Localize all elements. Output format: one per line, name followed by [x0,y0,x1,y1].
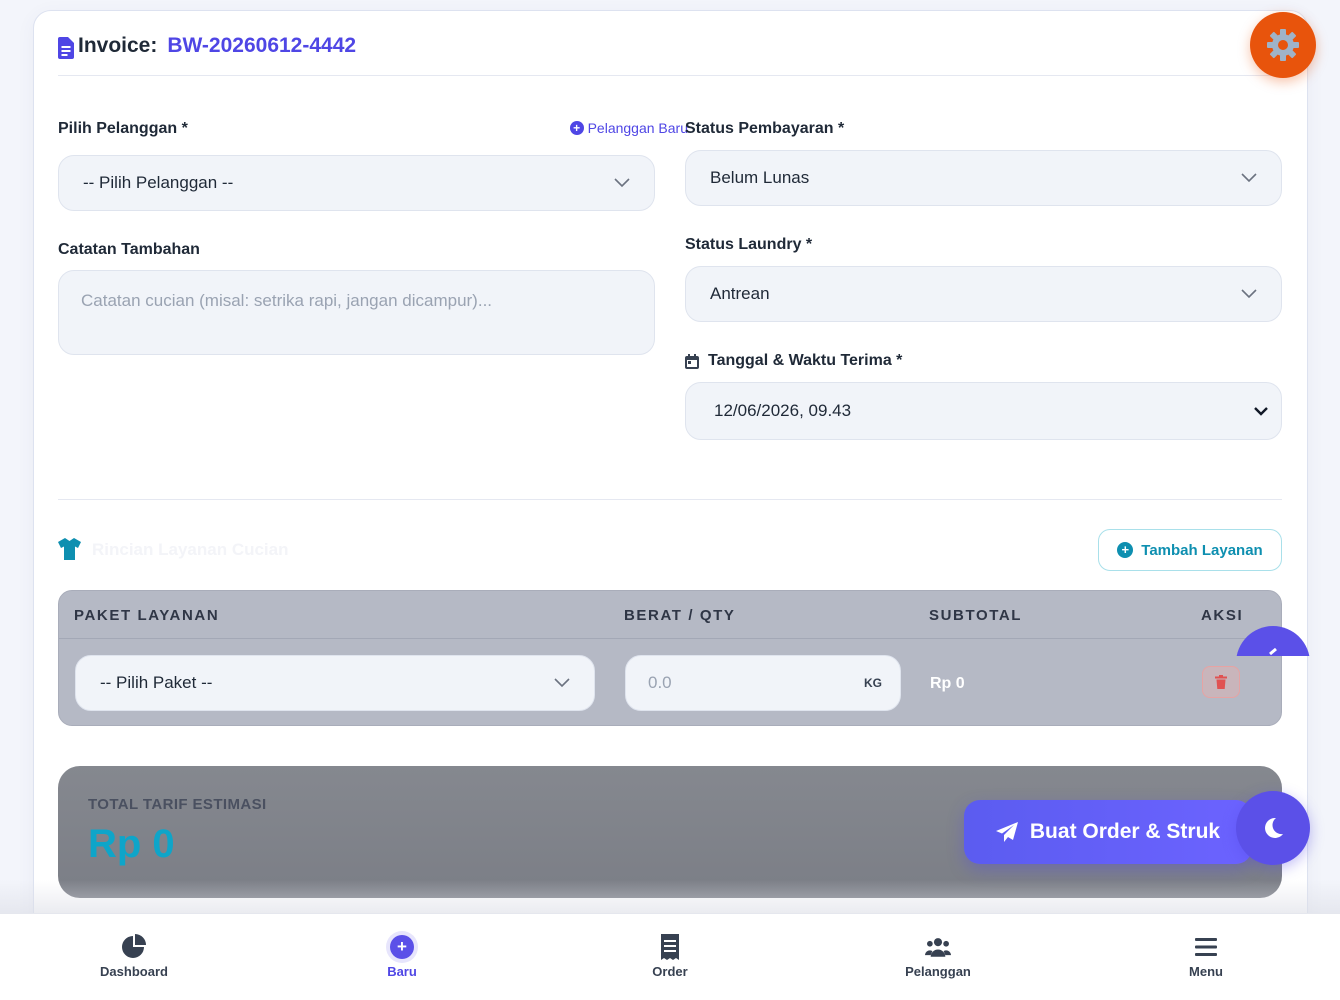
received-datetime-value: 12/06/2026, 09.43 [714,401,852,420]
invoice-header: Invoice: BW-20260612-4442 [58,34,1282,76]
chevron-left-icon [1269,648,1277,656]
payment-status-value: Belum Lunas [710,168,810,187]
add-service-button-label: Tambah Layanan [1141,541,1263,559]
chevron-down-icon [1241,173,1257,183]
received-datetime-input[interactable]: 12/06/2026, 09.43 [685,382,1282,440]
theme-toggle-fab[interactable] [1236,791,1310,865]
package-select[interactable]: -- Pilih Paket -- [75,655,595,711]
payment-status-select[interactable]: Belum Lunas [685,150,1282,206]
shirt-icon [58,538,81,560]
invoice-number: BW-20260612-4442 [167,34,357,57]
plus-circle-icon: + [569,121,584,135]
new-customer-link-label: Pelanggan Baru [587,120,688,136]
row-subtotal: Rp 0 [930,675,965,692]
nav-label: Pelanggan [905,964,971,979]
customer-label: Pilih Pelanggan * [58,120,188,137]
notes-textarea[interactable]: Catatan cucian (misal: setrika rapi, jan… [58,270,655,355]
column-header-action: AKSI [1201,607,1244,624]
nav-item-dashboard[interactable]: Dashboard [0,914,268,1000]
nav-item-pelanggan[interactable]: Pelanggan [804,914,1072,1000]
payment-status-label: Status Pembayaran * [685,120,845,137]
received-datetime-label-row: Tanggal & Waktu Terima * [685,352,902,370]
gear-icon [1267,29,1299,61]
received-datetime-label: Tanggal & Waktu Terima * [708,352,903,369]
nav-label: Baru [387,964,417,979]
plus-circle-icon: + [1117,542,1134,558]
invoice-label: Invoice: [78,34,158,57]
chevron-down-icon [554,678,570,688]
qty-input[interactable]: 0.0 KG [625,655,901,711]
settings-fab[interactable] [1250,12,1316,78]
chart-pie-icon [121,934,147,960]
back-fab[interactable] [1236,626,1310,656]
notes-label: Catatan Tambahan [58,241,200,258]
chevron-down-icon [614,178,630,188]
document-icon [58,37,74,59]
delete-row-button[interactable] [1202,666,1240,698]
column-header-qty: BERAT / QTY [624,607,736,624]
nav-label: Menu [1189,964,1223,979]
calendar-icon [685,353,699,369]
table-header-divider [59,638,1281,639]
total-value: Rp 0 [88,822,175,866]
nav-label: Order [652,964,688,979]
laundry-status-label: Status Laundry * [685,236,813,253]
notes-placeholder: Catatan cucian (misal: setrika rapi, jan… [81,291,493,310]
package-select-value: -- Pilih Paket -- [100,673,213,692]
nav-label: Dashboard [100,964,168,979]
laundry-status-select[interactable]: Antrean [685,266,1282,322]
nav-item-order[interactable]: Order [536,914,804,1000]
section-divider [58,499,1282,500]
send-icon [995,822,1018,842]
qty-placeholder: 0.0 [648,673,672,692]
create-order-button-label: Buat Order & Struk [1029,820,1221,843]
bottom-nav: Dashboard + Baru Order Pelanggan Menu [0,913,1340,1000]
receipt-icon [657,934,683,960]
moon-icon [1265,817,1283,838]
bottom-fade [0,880,1340,914]
column-header-package: PAKET LAYANAN [74,607,220,624]
chevron-down-icon [1254,407,1268,416]
services-section-title: Rincian Layanan Cucian [92,540,289,559]
plus-circle-icon: + [389,934,415,960]
new-customer-link[interactable]: + Pelanggan Baru [569,120,688,136]
back-fab-circle [1236,626,1310,656]
customer-select-value: -- Pilih Pelanggan -- [83,173,234,192]
total-label: TOTAL TARIF ESTIMASI [88,796,267,813]
users-icon [925,934,951,960]
nav-item-menu[interactable]: Menu [1072,914,1340,1000]
services-table: PAKET LAYANAN BERAT / QTY SUBTOTAL AKSI … [58,590,1282,726]
chevron-down-icon [1241,289,1257,299]
customer-select[interactable]: -- Pilih Pelanggan -- [58,155,655,211]
add-service-button[interactable]: + Tambah Layanan [1098,529,1282,571]
qty-unit: KG [864,676,882,690]
total-panel: TOTAL TARIF ESTIMASI Rp 0 Buat Order & S… [58,766,1282,898]
menu-icon [1193,934,1219,960]
nav-item-baru[interactable]: + Baru [268,914,536,1000]
trash-icon [1215,675,1227,689]
create-order-button[interactable]: Buat Order & Struk [964,800,1252,864]
column-header-subtotal: SUBTOTAL [929,607,1023,624]
laundry-status-value: Antrean [710,284,770,303]
